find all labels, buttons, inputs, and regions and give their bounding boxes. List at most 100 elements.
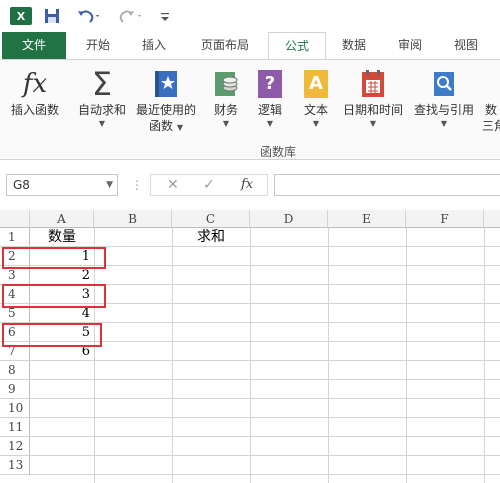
- row-header-11[interactable]: 11: [0, 418, 30, 437]
- grid-line: [30, 303, 500, 304]
- grid-line: [406, 228, 407, 483]
- chevron-down-icon[interactable]: ▼: [106, 175, 113, 195]
- cell-a1[interactable]: 数量: [30, 228, 94, 247]
- cell-a6[interactable]: 5: [30, 323, 94, 342]
- formula-bar: G8 ▼ ⋮ ✕ ✓ fx: [0, 160, 500, 210]
- chevron-down-icon: ▼: [312, 119, 320, 128]
- column-header-b[interactable]: B: [94, 210, 172, 228]
- insert-function-button[interactable]: fx 插入函数: [6, 66, 64, 118]
- lookup-label: 查找与引用: [413, 103, 474, 117]
- datetime-label: 日期和时间: [342, 103, 403, 117]
- cancel-icon[interactable]: ✕: [167, 177, 179, 193]
- row-header-3[interactable]: 3: [0, 266, 30, 285]
- tab-data[interactable]: 数据: [334, 32, 374, 59]
- cell-a4[interactable]: 3: [30, 285, 94, 304]
- column-header-a[interactable]: A: [30, 210, 94, 228]
- lookup-button[interactable]: 查找与引用 ▼: [410, 66, 478, 130]
- chevron-down-icon: ▼: [98, 119, 106, 128]
- formula-bar-grip-icon[interactable]: ⋮: [131, 178, 143, 192]
- enter-icon[interactable]: ✓: [203, 177, 215, 193]
- row-header-9[interactable]: 9: [0, 380, 30, 399]
- cell-a7[interactable]: 6: [30, 342, 94, 361]
- save-icon[interactable]: [43, 6, 61, 26]
- logical-button[interactable]: ? 逻辑 ▼: [250, 66, 290, 130]
- star-book-icon: [146, 66, 186, 102]
- grid-line: [30, 246, 500, 247]
- logical-label: 逻辑: [257, 103, 282, 117]
- grid-line: [30, 341, 500, 342]
- grid-line: [30, 284, 500, 285]
- grid-line: [250, 228, 251, 483]
- autosum-button[interactable]: Σ 自动求和 ▼: [74, 65, 130, 130]
- customize-toolbar-icon[interactable]: [158, 6, 172, 26]
- grid-line: [30, 322, 500, 323]
- undo-icon[interactable]: [76, 6, 102, 26]
- financial-button[interactable]: 财务 ▼: [206, 66, 246, 130]
- grid-line: [30, 436, 500, 437]
- row-header-4[interactable]: 4: [0, 285, 30, 304]
- grid-line: [30, 417, 500, 418]
- insert-function-label: 插入函数: [10, 103, 59, 117]
- row-header-6[interactable]: 6: [0, 323, 30, 342]
- row-header-5[interactable]: 5: [0, 304, 30, 323]
- tab-home[interactable]: 开始: [78, 32, 118, 59]
- function-library-group-label: 函数库: [260, 145, 297, 159]
- datetime-button[interactable]: 日期和时间 ▼: [340, 66, 406, 130]
- tab-insert[interactable]: 插入: [134, 32, 174, 59]
- row-header-10[interactable]: 10: [0, 399, 30, 418]
- chevron-down-icon: ▼: [176, 123, 183, 132]
- cell-a5[interactable]: 4: [30, 304, 94, 323]
- grid-line: [30, 265, 500, 266]
- column-header-g[interactable]: [484, 210, 500, 228]
- text-label: 文本: [303, 103, 328, 117]
- quick-access-toolbar: X: [0, 0, 500, 32]
- tab-file[interactable]: 文件: [2, 32, 66, 59]
- tab-view[interactable]: 视图: [446, 32, 486, 59]
- cell-a2[interactable]: 1: [30, 247, 94, 266]
- row-header-8[interactable]: 8: [0, 361, 30, 380]
- redo-icon[interactable]: [118, 6, 144, 26]
- tab-formulas[interactable]: 公式: [268, 32, 326, 59]
- chevron-down-icon: ▼: [440, 119, 448, 128]
- row-header-1[interactable]: 1: [0, 228, 30, 247]
- column-header-f[interactable]: F: [406, 210, 484, 228]
- lookup-icon: [424, 66, 464, 102]
- grid-line: [328, 228, 329, 483]
- grid-line: [30, 379, 500, 380]
- text-button[interactable]: A 文本 ▼: [296, 66, 336, 130]
- math-icon: [482, 66, 500, 102]
- ribbon-panel: fx 插入函数 Σ 自动求和 ▼ 最近使用的 函数 ▼ 财务 ▼ ? 逻辑 ▼ …: [0, 59, 500, 160]
- cell-a3[interactable]: 2: [30, 266, 94, 285]
- chevron-down-icon: ▼: [369, 119, 377, 128]
- math-label-2: 三角: [482, 119, 500, 133]
- row-header-2[interactable]: 2: [0, 247, 30, 266]
- column-header-e[interactable]: E: [328, 210, 406, 228]
- financial-label: 财务: [213, 103, 238, 117]
- column-header-c[interactable]: C: [172, 210, 250, 228]
- insert-function-icon[interactable]: fx: [241, 177, 253, 192]
- logical-icon: ?: [250, 66, 290, 102]
- chevron-down-icon: ▼: [222, 119, 230, 128]
- worksheet-grid: A B C D E F 1 2 3 4 5 6 7 8 9 10 11 12 1…: [0, 210, 500, 483]
- tab-page-layout[interactable]: 页面布局: [190, 32, 260, 59]
- row-header-12[interactable]: 12: [0, 437, 30, 456]
- select-all-corner[interactable]: [0, 210, 30, 228]
- grid-line: [172, 228, 173, 483]
- row-header-13[interactable]: 13: [0, 456, 30, 475]
- name-box[interactable]: G8 ▼: [6, 174, 118, 196]
- grid-line: [484, 228, 485, 483]
- grid-line: [94, 228, 95, 483]
- chevron-down-icon: ▼: [266, 119, 274, 128]
- formula-input[interactable]: [274, 174, 500, 196]
- financial-icon: [206, 66, 246, 102]
- excel-logo-icon: X: [10, 7, 32, 25]
- tab-review[interactable]: 审阅: [390, 32, 430, 59]
- cell-c1[interactable]: 求和: [172, 228, 250, 247]
- row-header-7[interactable]: 7: [0, 342, 30, 361]
- recently-used-label-1: 最近使用的: [135, 103, 196, 117]
- recently-used-button[interactable]: 最近使用的 函数 ▼: [132, 66, 200, 134]
- math-trig-button[interactable]: 数 三角: [482, 66, 500, 134]
- text-icon: A: [296, 66, 336, 102]
- column-header-d[interactable]: D: [250, 210, 328, 228]
- grid-line: [30, 360, 500, 361]
